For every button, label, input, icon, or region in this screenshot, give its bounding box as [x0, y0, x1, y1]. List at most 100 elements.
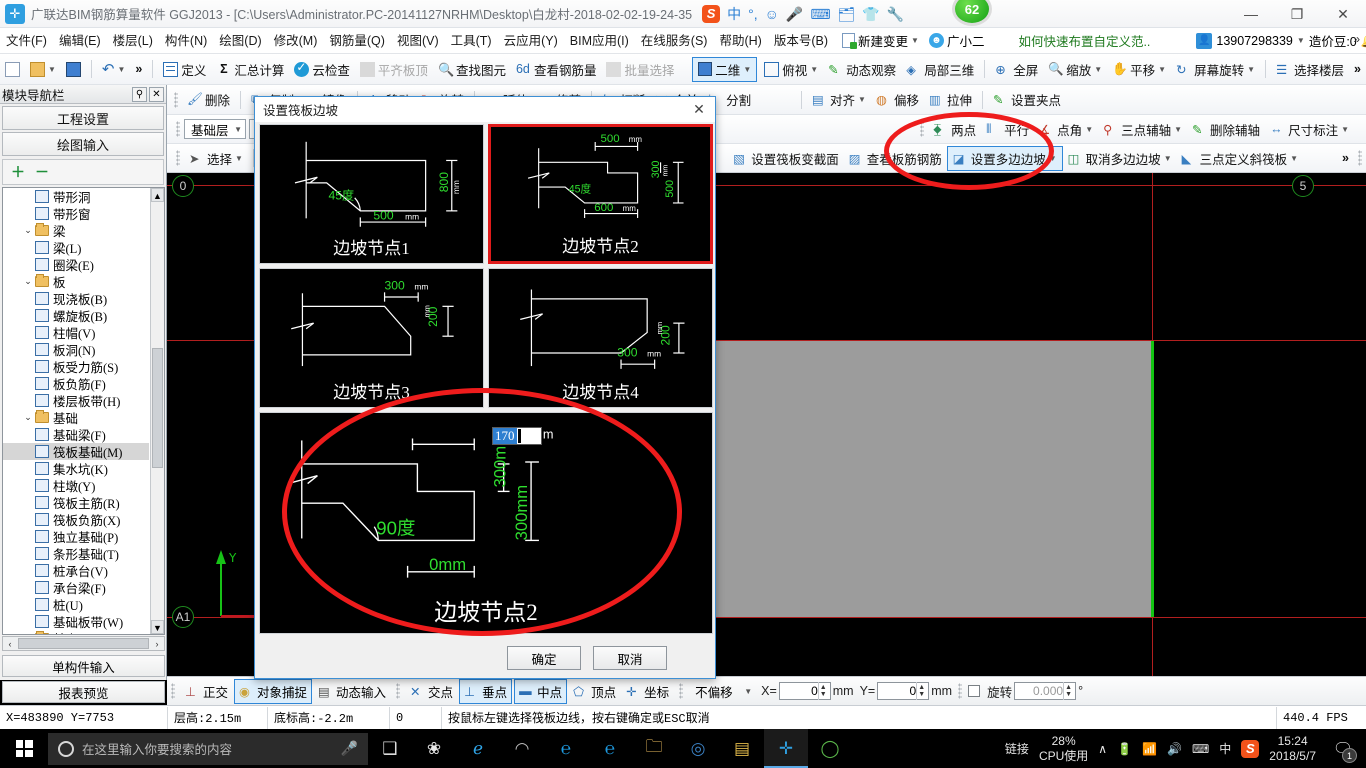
- fullscreen-button[interactable]: ⊕ 全屏: [990, 57, 1043, 82]
- tree-item[interactable]: 板受力筋(S): [3, 358, 149, 375]
- cancel-polygon-slope-button[interactable]: ◫ 取消多边边坡 ▼: [1063, 146, 1177, 171]
- ime-keyboard-icon[interactable]: ⌨: [810, 7, 830, 21]
- tree-item[interactable]: ⌄ 其它: [3, 630, 149, 634]
- ime-chinese-icon[interactable]: 中: [727, 7, 741, 21]
- project-settings-button[interactable]: 工程设置: [2, 106, 164, 130]
- menu-item-edit[interactable]: 编辑(E): [53, 29, 107, 53]
- tree-item[interactable]: ⌄ 基础: [3, 409, 149, 426]
- zoom-button[interactable]: 🔍 缩放 ▼: [1043, 57, 1107, 82]
- toolbar-grip[interactable]: [176, 150, 180, 166]
- volume-icon[interactable]: 🔊: [1167, 742, 1182, 756]
- chevron-down-icon[interactable]: ▼: [1049, 154, 1057, 163]
- x-spinner[interactable]: ▲ ▼: [817, 682, 828, 700]
- snapbar-grip[interactable]: [171, 683, 175, 699]
- dialog-close-icon[interactable]: ✕: [683, 101, 715, 118]
- bell-icon[interactable]: 🔔: [1361, 33, 1366, 49]
- tree-expander-icon[interactable]: ⌄: [21, 225, 35, 236]
- toolbar1-overflow[interactable]: »: [1349, 57, 1366, 82]
- cancel-button[interactable]: 取消: [593, 646, 667, 670]
- tree-item[interactable]: 圈梁(E): [3, 256, 149, 273]
- single-member-input-button[interactable]: 单构件输入: [2, 655, 165, 677]
- axis-bubble-a1[interactable]: A1: [172, 606, 194, 628]
- slope-top-value-input[interactable]: 170: [492, 427, 542, 445]
- rotate-input[interactable]: 0.000 ▲ ▼: [1014, 682, 1077, 700]
- close-icon[interactable]: ✕: [149, 86, 164, 102]
- tree-item[interactable]: 独立基础(P): [3, 528, 149, 545]
- snapbar-grip[interactable]: [396, 683, 401, 699]
- tree-item[interactable]: 条形基础(T): [3, 545, 149, 562]
- tree-item[interactable]: 楼层板带(H): [3, 392, 149, 409]
- ime-indicator[interactable]: 中: [1219, 740, 1231, 757]
- tree-item[interactable]: ⌄ 梁: [3, 222, 149, 239]
- align-button[interactable]: ▤ 对齐 ▼: [807, 87, 871, 112]
- save-file-button[interactable]: [61, 57, 86, 82]
- tree-item[interactable]: 基础梁(F): [3, 426, 149, 443]
- snap-osnap-toggle[interactable]: ◉ 对象捕捉: [234, 678, 313, 704]
- toolbar-grip[interactable]: [176, 121, 180, 137]
- tree-item[interactable]: 现浇板(B): [3, 290, 149, 307]
- snap-perpendicular-toggle[interactable]: ⊥ 垂点: [459, 678, 513, 704]
- tree-item[interactable]: 板洞(N): [3, 341, 149, 358]
- view-slab-rebar-button[interactable]: ▨ 查看板筋钢筋: [844, 146, 947, 171]
- y-input[interactable]: 0 ▲ ▼: [877, 682, 930, 700]
- component-tree[interactable]: 带形洞 带形窗 ⌄ 梁梁(L) 圈梁(E) ⌄ 板现浇板(B) 螺旋板(B) 柱帽(V) 板洞(N…: [2, 187, 165, 635]
- toolbar-grip[interactable]: [1358, 150, 1362, 166]
- floor-combo[interactable]: 基础层 ▼: [184, 119, 246, 139]
- clock[interactable]: 15:24 2018/5/7: [1269, 734, 1316, 764]
- keyboard-icon[interactable]: ⌨: [1192, 742, 1209, 756]
- chevron-down-icon[interactable]: ▼: [1297, 36, 1305, 45]
- menu-item-bim[interactable]: BIM应用(I): [564, 29, 635, 53]
- scroll-left-icon[interactable]: ‹: [3, 639, 17, 649]
- chevron-down-icon[interactable]: ▼: [1174, 125, 1182, 134]
- tree-item[interactable]: 筏板主筋(R): [3, 494, 149, 511]
- open-file-button[interactable]: ▼: [25, 57, 61, 82]
- tree-item[interactable]: 螺旋板(B): [3, 307, 149, 324]
- chevron-down-icon[interactable]: ▼: [48, 65, 56, 74]
- menu-overflow-button[interactable]: »: [1353, 32, 1360, 46]
- menu-item-online[interactable]: 在线服务(S): [635, 29, 714, 53]
- ime-skin-icon[interactable]: 👕: [862, 7, 879, 21]
- quick-toolbar-overflow[interactable]: »: [130, 57, 147, 82]
- tree-item[interactable]: 集水坑(K): [3, 460, 149, 477]
- tree-item[interactable]: 桩承台(V): [3, 562, 149, 579]
- view-rebar-qty-button[interactable]: 6d 查看钢筋量: [511, 57, 602, 82]
- menu-item-rebar[interactable]: 钢筋量(Q): [323, 29, 391, 53]
- tree-item[interactable]: 承台梁(F): [3, 579, 149, 596]
- menu-item-tools[interactable]: 工具(T): [445, 29, 498, 53]
- scroll-thumb[interactable]: [152, 348, 163, 468]
- maximize-button[interactable]: ❐: [1274, 0, 1320, 28]
- new-file-button[interactable]: [0, 57, 25, 82]
- wifi-icon[interactable]: 📶: [1142, 742, 1157, 756]
- undo-button[interactable]: ↶ ▼: [97, 57, 131, 82]
- menu-item-help[interactable]: 帮助(H): [713, 29, 767, 53]
- chevron-down-icon[interactable]: ▼: [1094, 65, 1102, 74]
- slope-node-option-1[interactable]: 45度 800 mm 500 mm 边坡节点1: [259, 124, 484, 264]
- toolbar-grip[interactable]: [920, 121, 925, 137]
- taskbar-app-fan-icon[interactable]: ❀: [412, 729, 456, 768]
- three-point-raft-button[interactable]: ◣ 三点定义斜筏板 ▼: [1177, 146, 1303, 171]
- menu-item-file[interactable]: 文件(F): [0, 29, 53, 53]
- tree-hscrollbar[interactable]: ‹ ›: [2, 636, 165, 651]
- tree-item[interactable]: 筏板基础(M): [3, 443, 149, 460]
- chevron-down-icon[interactable]: ▼: [1290, 154, 1298, 163]
- axis-bubble-0[interactable]: 0: [172, 175, 194, 197]
- raft-slab-shape[interactable]: [703, 341, 988, 617]
- taskbar-app-ie2-icon[interactable]: ℮: [588, 729, 632, 768]
- ime-voice-icon[interactable]: 🎤: [786, 7, 803, 21]
- taskbar-app-qq-icon[interactable]: ◯: [808, 729, 852, 768]
- menu-item-view[interactable]: 视图(V): [391, 29, 445, 53]
- snap-vertex-toggle[interactable]: ⬠ 顶点: [569, 680, 620, 703]
- snap-coordinate-toggle[interactable]: ✛ 坐标: [622, 680, 673, 703]
- taskbar-app-notepad-icon[interactable]: ▤: [720, 729, 764, 768]
- tree-item[interactable]: 筏板负筋(X): [3, 511, 149, 528]
- raft-slab-shape-2[interactable]: [988, 341, 1153, 617]
- taskbar-app-ie-icon[interactable]: ℮: [544, 729, 588, 768]
- taskbar-search[interactable]: 在这里输入你要搜索的内容 🎤: [48, 732, 368, 765]
- scroll-down-icon[interactable]: ▼: [151, 620, 164, 634]
- add-icon[interactable]: ＋: [11, 162, 25, 182]
- toolbar4-overflow[interactable]: »: [1337, 146, 1354, 171]
- screen-rotate-button[interactable]: ↻ 屏幕旋转 ▼: [1171, 57, 1260, 82]
- define-button[interactable]: 定义: [158, 57, 211, 82]
- chevron-down-icon[interactable]: ▼: [234, 125, 242, 134]
- minimize-button[interactable]: —: [1228, 0, 1274, 28]
